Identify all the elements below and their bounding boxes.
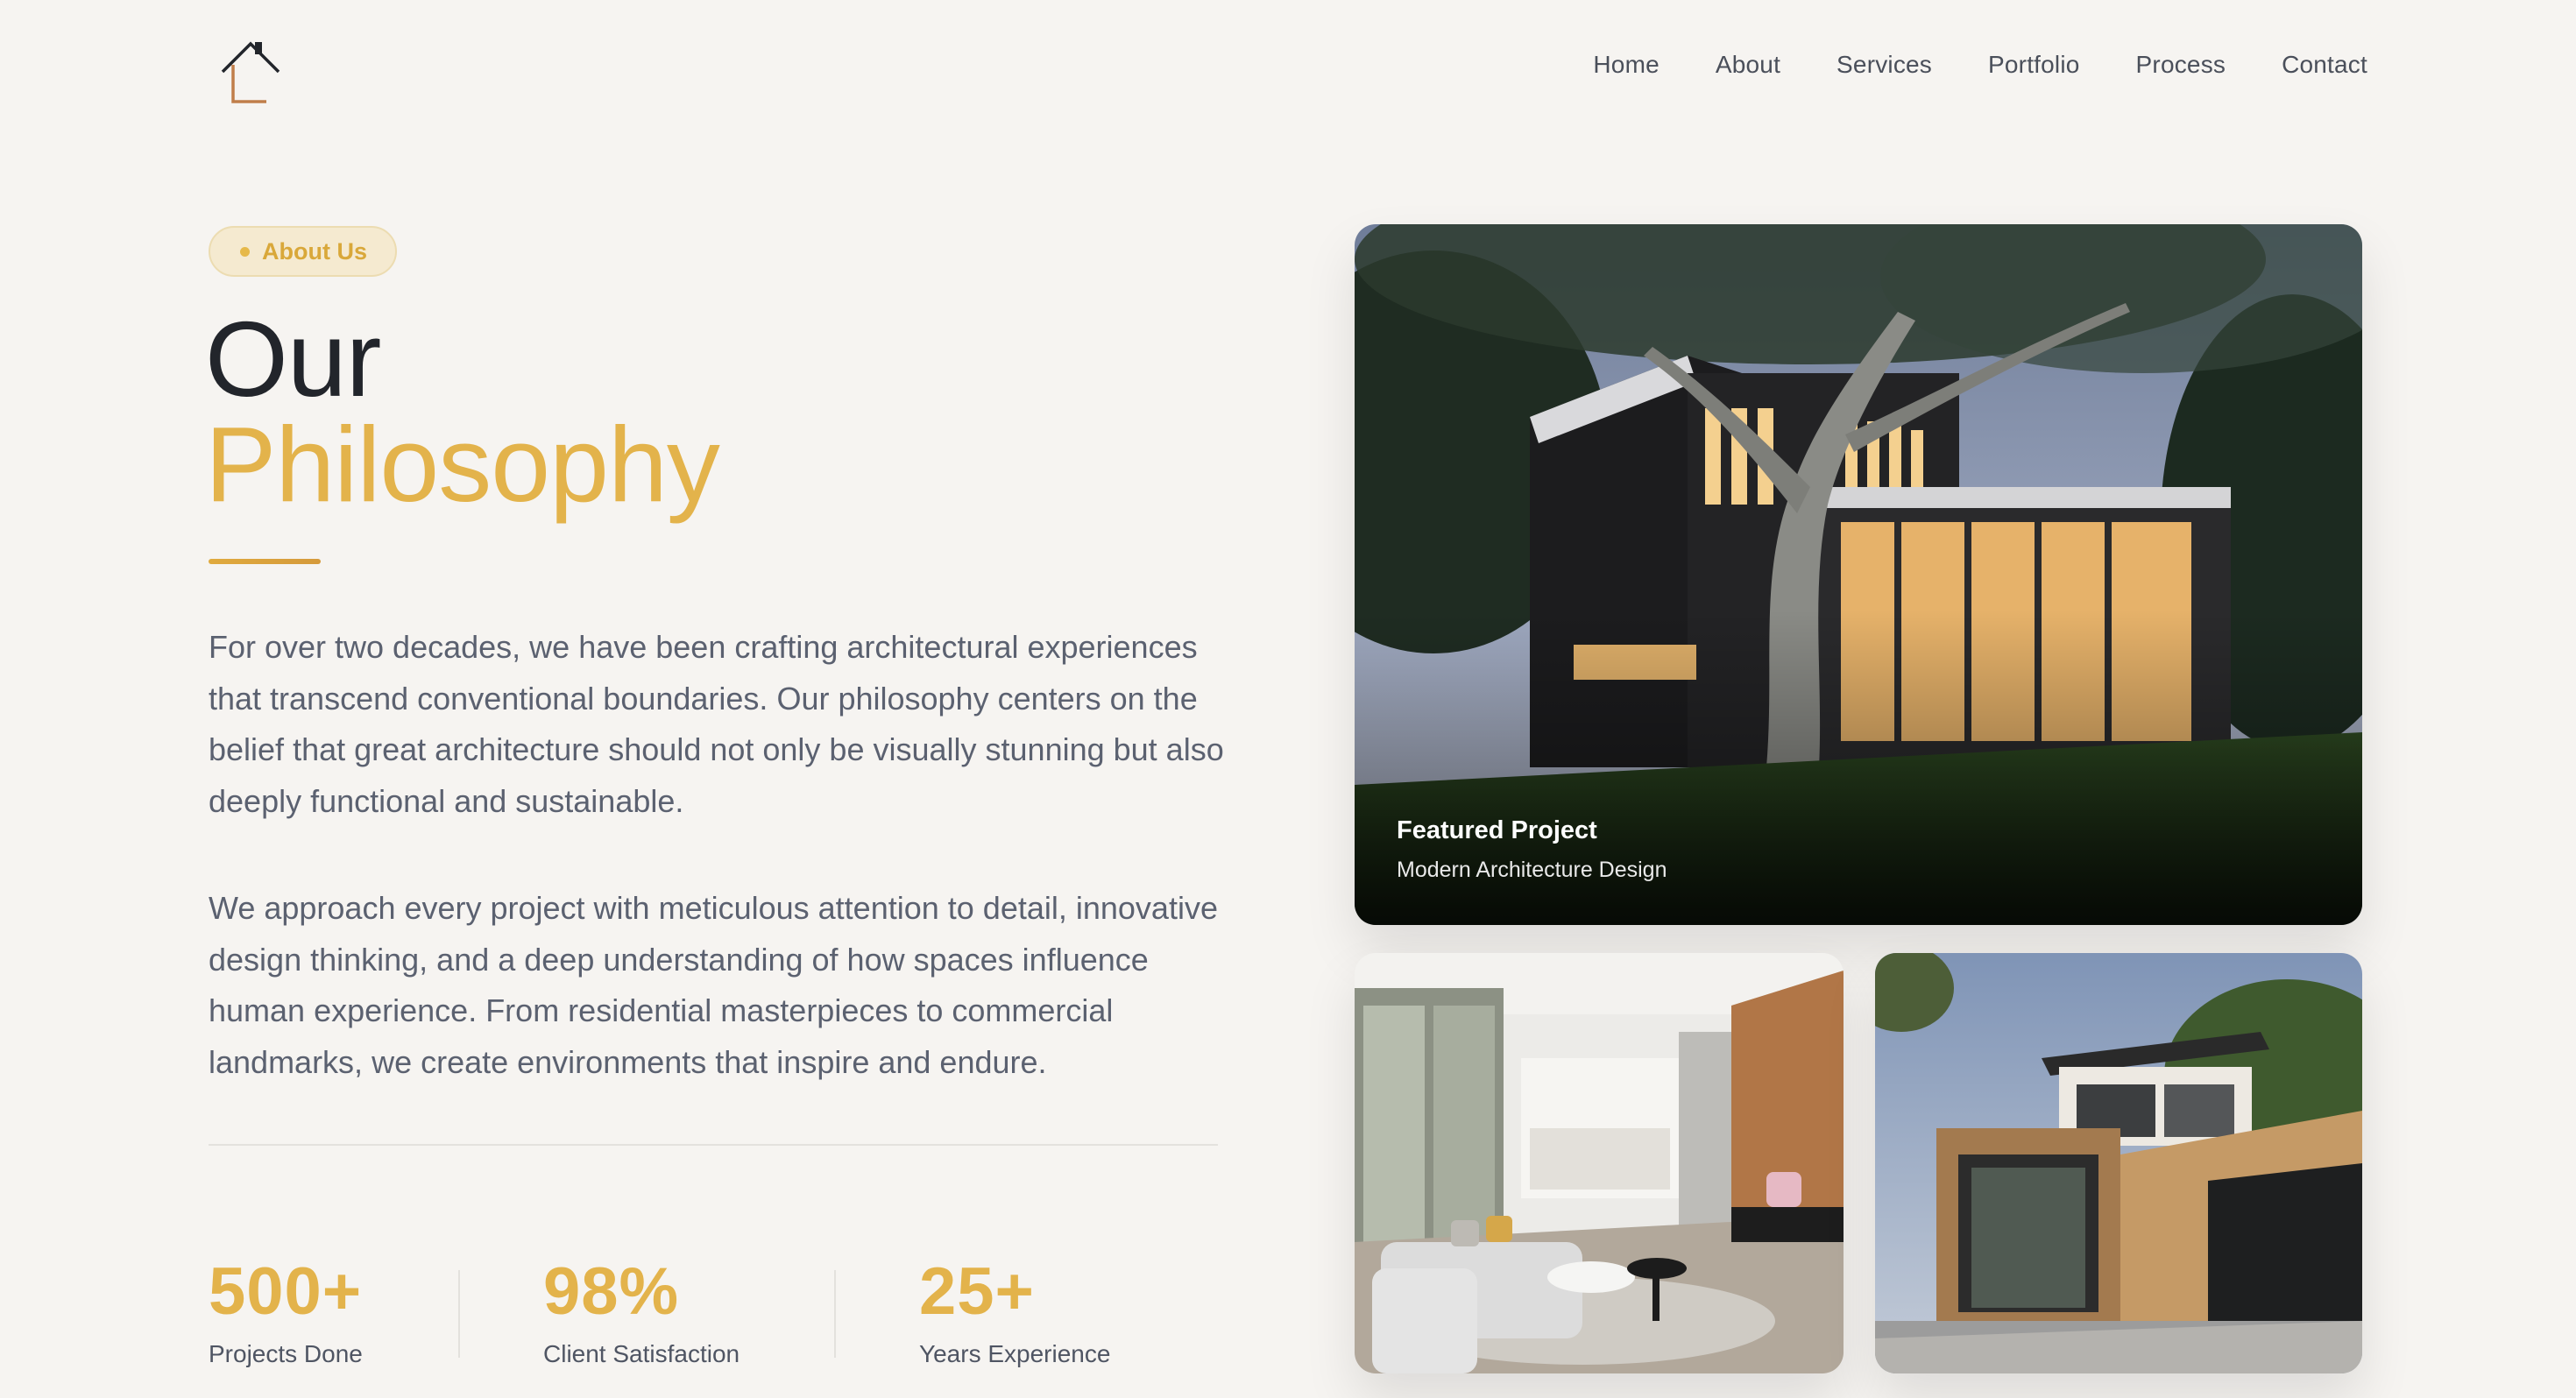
section-divider xyxy=(209,1144,1218,1146)
stat-label: Years Experience xyxy=(919,1340,1111,1367)
stat-value: 98% xyxy=(543,1254,680,1329)
stat-label: Projects Done xyxy=(209,1340,363,1367)
stat-separator xyxy=(458,1270,460,1358)
stat-satisfaction: 98% Client Satisfaction xyxy=(543,1253,740,1368)
top-navigation: Home About Services Portfolio Process Co… xyxy=(0,0,2576,140)
living-room-image xyxy=(1355,953,1844,1373)
badge-label: About Us xyxy=(262,237,367,265)
stat-value: 500+ xyxy=(209,1254,363,1329)
stat-separator xyxy=(834,1270,836,1358)
nav-link-contact[interactable]: Contact xyxy=(2282,51,2367,79)
page-title: Our Philosophy xyxy=(205,300,720,524)
featured-title: Featured Project xyxy=(1397,816,1597,844)
interior-image-card[interactable] xyxy=(1355,953,1844,1373)
nav-link-portfolio[interactable]: Portfolio xyxy=(1988,51,2080,79)
title-underline xyxy=(209,559,321,564)
badge-dot-icon xyxy=(240,246,250,257)
featured-caption: Featured Project Modern Architecture Des… xyxy=(1397,816,1667,883)
title-line-1: Our xyxy=(205,300,381,419)
exterior-image-card[interactable] xyxy=(1875,953,2362,1373)
nav-link-about[interactable]: About xyxy=(1716,51,1780,79)
featured-subtitle: Modern Architecture Design xyxy=(1397,858,1667,882)
featured-project-card[interactable]: Featured Project Modern Architecture Des… xyxy=(1355,224,2362,925)
nav-link-services[interactable]: Services xyxy=(1836,51,1932,79)
about-us-badge: About Us xyxy=(209,226,397,277)
nav-links: Home About Services Portfolio Process Co… xyxy=(1593,51,2367,79)
stat-value: 25+ xyxy=(919,1254,1035,1329)
stat-experience: 25+ Years Experience xyxy=(919,1253,1110,1368)
stat-label: Client Satisfaction xyxy=(543,1340,740,1367)
philosophy-paragraph-2: We approach every project with meticulou… xyxy=(209,890,1218,1080)
nav-link-process[interactable]: Process xyxy=(2136,51,2226,79)
stat-projects: 500+ Projects Done xyxy=(209,1253,363,1368)
modern-house-image xyxy=(1875,953,2362,1373)
title-line-2: Philosophy xyxy=(205,405,720,524)
philosophy-paragraph-1: For over two decades, we have been craft… xyxy=(209,629,1224,819)
nav-link-home[interactable]: Home xyxy=(1593,51,1660,79)
house-icon[interactable] xyxy=(216,35,286,105)
